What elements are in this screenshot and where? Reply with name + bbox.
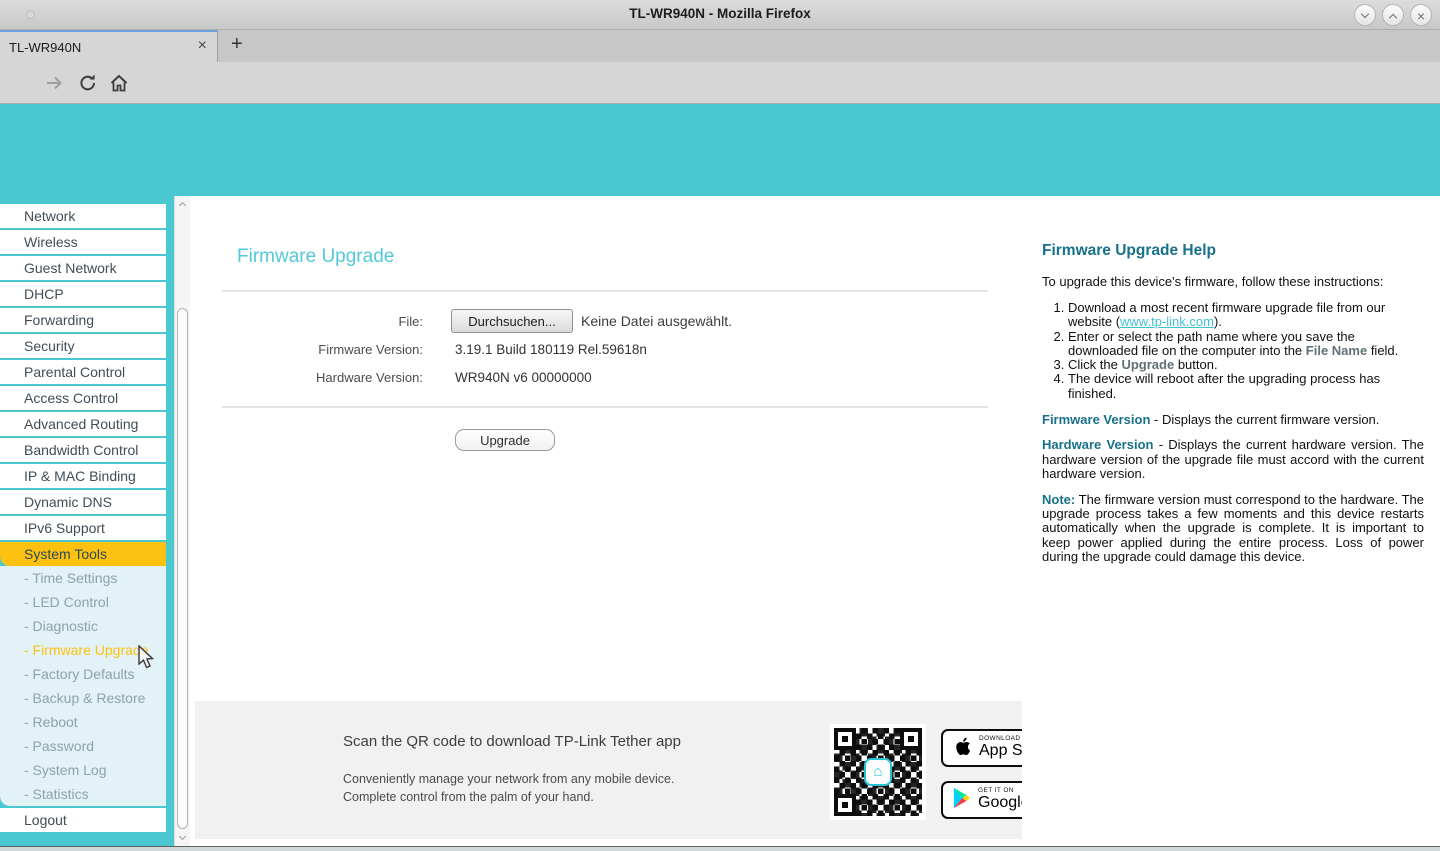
help-panel: Firmware Upgrade Help To upgrade this de… — [1022, 196, 1440, 846]
browse-button[interactable]: Durchsuchen... — [451, 309, 573, 333]
sidebar-item[interactable]: DHCP — [0, 282, 166, 306]
sidebar-subitem[interactable]: - Time Settings — [0, 566, 166, 590]
sidebar-item[interactable]: Access Control — [0, 386, 166, 410]
sidebar-subitem[interactable]: - Firmware Upgrade — [0, 638, 166, 662]
sidebar-item[interactable]: Advanced Routing — [0, 412, 166, 436]
google-play-badge[interactable]: GET IT ON Google Play — [941, 781, 1022, 819]
file-row: File: Durchsuchen... Keine Datei ausgewä… — [190, 307, 890, 335]
window-maximize-button[interactable] — [1382, 4, 1404, 26]
help-steps: Download a most recent firmware upgrade … — [1042, 301, 1424, 401]
footer-headline: Scan the QR code to download TP-Link Tet… — [343, 733, 681, 750]
main-content: Firmware Upgrade File: Durchsuchen... Ke… — [190, 196, 1022, 846]
help-step: Download a most recent firmware upgrade … — [1068, 301, 1424, 330]
chevron-up-icon — [1389, 14, 1397, 22]
window-minimize-button[interactable] — [1354, 4, 1376, 26]
window-title: TL-WR940N - Mozilla Firefox — [0, 6, 1440, 21]
window-titlebar: TL-WR940N - Mozilla Firefox × — [0, 0, 1440, 30]
sidebar-sub-items: - Time Settings - LED Control - Diagnost… — [0, 566, 166, 806]
help-step: The device will reboot after the upgradi… — [1068, 372, 1424, 401]
help-paragraph: Firmware Version - Displays the current … — [1042, 413, 1424, 427]
sidebar-main-items: Network Wireless Guest Network DHCP Forw… — [0, 196, 174, 566]
hardware-version-row: Hardware Version: WR940N v6 00000000 — [190, 363, 890, 391]
no-file-text: Keine Datei ausgewählt. — [581, 313, 732, 329]
help-step: Enter or select the path name where you … — [1068, 330, 1424, 359]
sidebar-menu: Network Wireless Guest Network DHCP Forw… — [0, 196, 174, 846]
tp-link-website-link[interactable]: www.tp-link.com — [1120, 314, 1214, 329]
sidebar-subitem[interactable]: - System Log — [0, 758, 166, 782]
badge-big-text: App Store — [979, 743, 1022, 760]
help-intro: To upgrade this device's firmware, follo… — [1042, 274, 1424, 289]
reload-button[interactable] — [78, 73, 98, 93]
help-paragraph: Hardware Version - Displays the current … — [1042, 438, 1424, 481]
page-title: Firmware Upgrade — [237, 246, 394, 268]
tab-title: TL-WR940N — [9, 40, 81, 55]
help-title: Firmware Upgrade Help — [1042, 242, 1424, 260]
google-play-icon — [952, 787, 971, 814]
upgrade-button[interactable]: Upgrade — [455, 429, 555, 451]
sidebar-item[interactable]: Security — [0, 334, 166, 358]
firmware-version-label: Firmware Version: — [190, 342, 423, 357]
sidebar-subitem[interactable]: - LED Control — [0, 590, 166, 614]
sidebar-item[interactable]: Forwarding — [0, 308, 166, 332]
sidebar-subitem[interactable]: - Statistics — [0, 782, 166, 806]
sidebar-scrollbar[interactable] — [174, 196, 190, 846]
firmware-version-row: Firmware Version: 3.19.1 Build 180119 Re… — [190, 335, 890, 363]
file-label: File: — [190, 314, 423, 329]
home-button[interactable] — [109, 73, 129, 93]
sidebar-subitem[interactable]: - Diagnostic — [0, 614, 166, 638]
firefox-window: TL-WR940N - Mozilla Firefox × TL-WR940N … — [0, 0, 1440, 851]
qr-house-icon: ⌂ — [864, 758, 892, 786]
window-close-button[interactable]: × — [1410, 4, 1432, 26]
window-bottom-edge — [0, 846, 1440, 851]
divider — [222, 290, 988, 292]
sidebar-item-logout[interactable]: Logout — [0, 808, 166, 832]
close-icon: × — [1411, 6, 1431, 26]
help-paragraph: Note: The firmware version must correspo… — [1042, 493, 1424, 564]
badge-big-text: Google Play — [978, 795, 1022, 812]
sidebar-subitem[interactable]: - Reboot — [0, 710, 166, 734]
firmware-form: File: Durchsuchen... Keine Datei ausgewä… — [190, 307, 890, 391]
footer-line2: Complete control from the palm of your h… — [343, 790, 594, 804]
tab-strip: TL-WR940N × + — [0, 30, 1440, 62]
router-header: tp-link 450M Wireless N Router Model No.… — [0, 104, 1440, 196]
tether-footer: Scan the QR code to download TP-Link Tet… — [195, 701, 1022, 839]
help-step: Click the Upgrade button. — [1068, 358, 1424, 372]
scroll-up-button[interactable] — [175, 196, 191, 213]
sidebar-item[interactable]: System Tools — [0, 542, 166, 566]
firmware-version-value: 3.19.1 Build 180119 Rel.59618n — [455, 342, 647, 357]
new-tab-button[interactable]: + — [231, 33, 243, 56]
sidebar-item[interactable]: Dynamic DNS — [0, 490, 166, 514]
divider — [222, 406, 988, 408]
sidebar-item[interactable]: IP & MAC Binding — [0, 464, 166, 488]
sidebar-item[interactable]: IPv6 Support — [0, 516, 166, 540]
scroll-down-button[interactable] — [175, 829, 191, 846]
qr-code: ⌂ — [830, 724, 926, 820]
sidebar-item[interactable]: Parental Control — [0, 360, 166, 384]
sidebar-subitem[interactable]: - Backup & Restore — [0, 686, 166, 710]
sidebar-item[interactable]: Network — [0, 204, 166, 228]
hardware-version-value: WR940N v6 00000000 — [455, 370, 592, 385]
forward-button[interactable] — [44, 73, 64, 93]
navigation-toolbar: i 192.168.0.1/JLSQVVVBKTKQNCPC/userRpm/I… — [0, 62, 1440, 104]
browser-tab[interactable]: TL-WR940N × — [0, 30, 218, 62]
scrollbar-thumb[interactable] — [177, 308, 188, 829]
hardware-version-label: Hardware Version: — [190, 370, 423, 385]
apple-icon — [952, 734, 972, 763]
tab-close-icon[interactable]: × — [198, 37, 207, 55]
app-store-badge[interactable]: DOWNLOAD ON THE App Store — [941, 729, 1022, 767]
sidebar-subitem[interactable]: - Password — [0, 734, 166, 758]
sidebar-item[interactable]: Wireless — [0, 230, 166, 254]
sidebar-item[interactable]: Bandwidth Control — [0, 438, 166, 462]
footer-line1: Conveniently manage your network from an… — [343, 772, 674, 786]
sidebar-subitem[interactable]: - Factory Defaults — [0, 662, 166, 686]
help-paragraphs: Firmware Version - Displays the current … — [1042, 413, 1424, 565]
sidebar-item[interactable]: Guest Network — [0, 256, 166, 280]
chevron-down-icon — [1361, 10, 1369, 18]
